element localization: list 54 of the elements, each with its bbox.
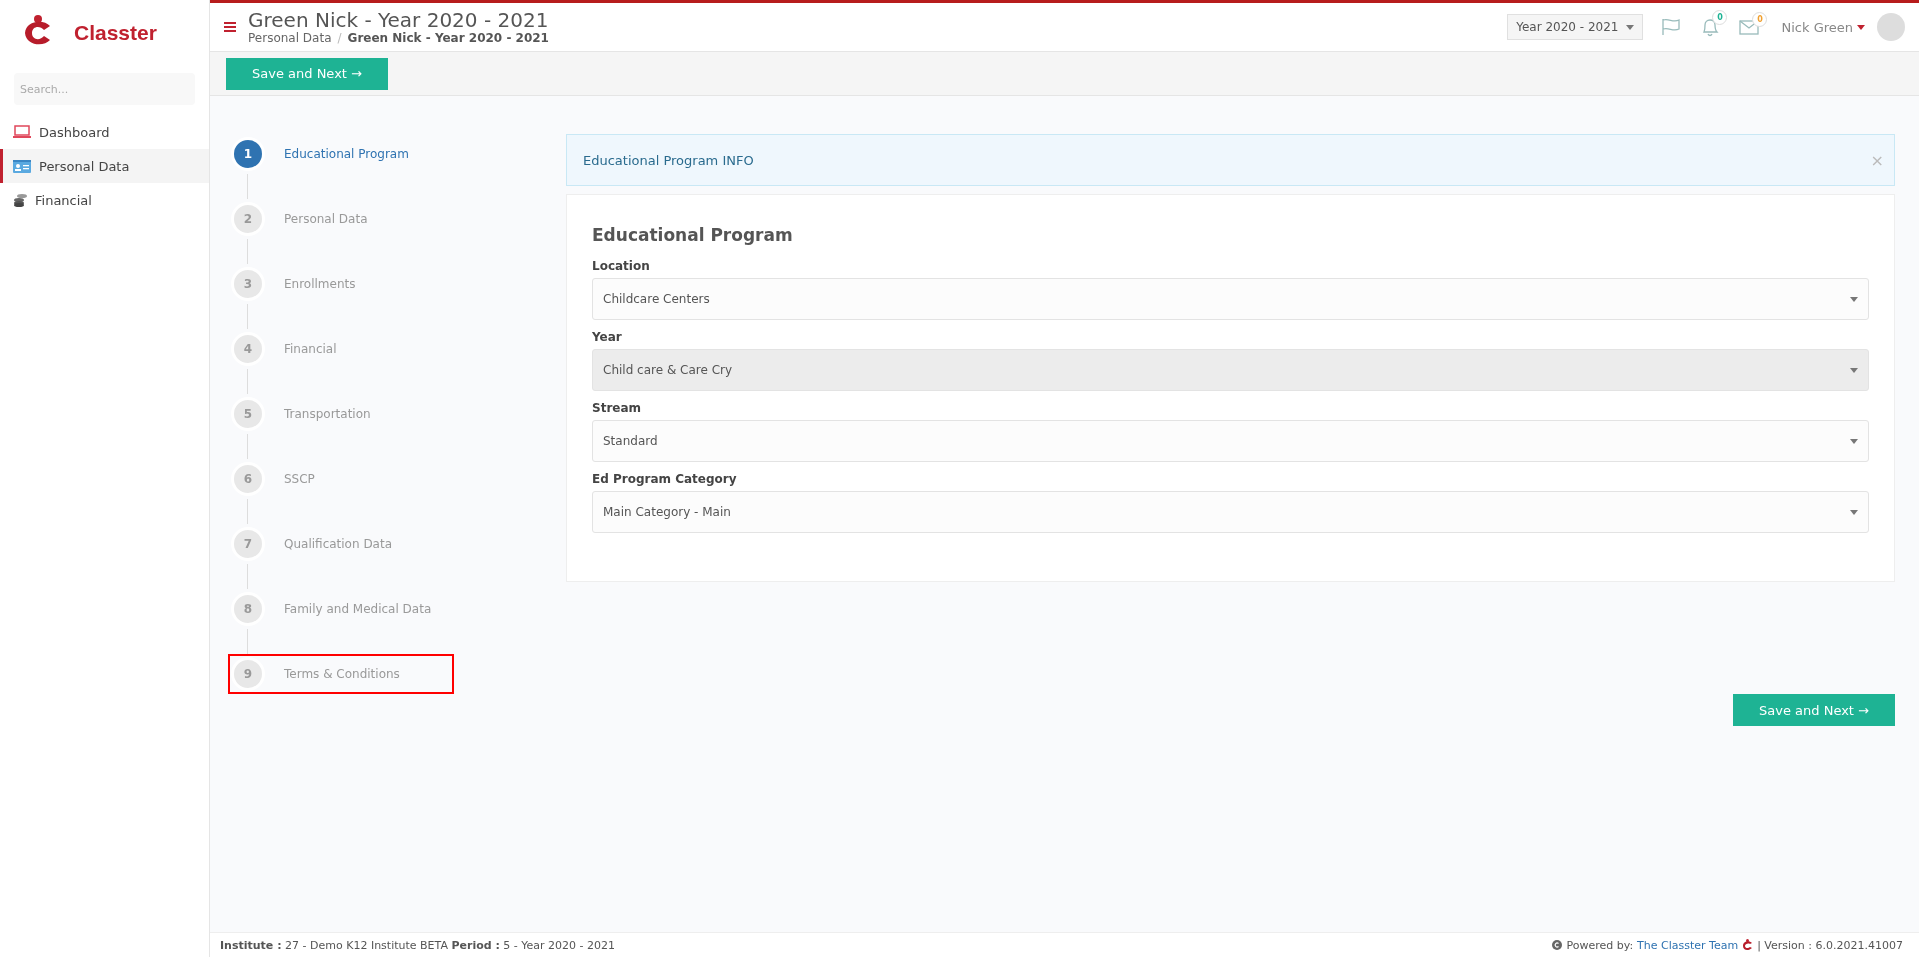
laptop-icon [13,125,31,139]
save-next-button[interactable]: Save and Next → [1733,694,1895,726]
field-label: Stream [592,401,643,415]
version-text: | Version : 6.0.2021.41007 [1757,938,1903,952]
id-card-icon [13,159,31,173]
info-text: Educational Program INFO [583,152,754,168]
step-number: 6 [234,465,262,493]
team-link[interactable]: The Classter Team [1637,938,1739,952]
copyright-icon [1552,940,1563,950]
save-next-button[interactable]: Save and Next → [226,57,388,90]
message-count: 0 [1752,11,1768,27]
logo-icon [1742,939,1754,951]
step-number: 9 [234,660,262,688]
breadcrumb-link[interactable]: Personal Data [248,31,332,45]
wizard-step[interactable]: 2 Personal Data [228,199,374,239]
breadcrumb-separator: / [337,31,342,45]
wizard-step[interactable]: 6 SSCP [228,459,321,499]
menu-icon[interactable] [224,22,236,32]
sidebar-item[interactable]: Personal Data [0,149,209,183]
wizard-step[interactable]: 3 Enrollments [228,264,362,304]
coins-icon [13,193,27,207]
institute-info: Institute : 27 - Demo K12 Institute BETA Period : 5 - Year 2020 - 2021 [220,938,616,952]
wizard-step[interactable]: 9 Terms & Conditions [228,654,454,694]
wizard-step[interactable]: 4 Financial [228,329,343,369]
user-menu[interactable]: Nick Green [1781,19,1865,35]
step-number: 8 [234,595,262,623]
page-title: Green Nick - Year 2020 - 2021 [248,9,550,31]
step-number: 1 [234,140,262,168]
wizard-step[interactable]: 8 Family and Medical Data [228,589,438,629]
step-number: 2 [234,205,262,233]
avatar[interactable] [1877,13,1905,41]
step-number: 5 [234,400,262,428]
field-label: Location [592,259,651,273]
step-number: 3 [234,270,262,298]
select-field[interactable]: Childcare Centers [592,278,1869,320]
field-label: Year [592,330,623,344]
wizard-step[interactable]: 1 Educational Program [228,134,415,174]
form-title: Educational Program [592,225,794,245]
wizard-step[interactable]: 5 Transportation [228,394,377,434]
powered-by-label: Powered by: [1566,938,1634,952]
step-number: 4 [234,335,262,363]
step-number: 7 [234,530,262,558]
sidebar-item[interactable]: Dashboard [0,115,209,149]
year-dropdown[interactable]: Year 2020 - 2021 [1507,14,1644,40]
select-field[interactable]: Standard [592,420,1869,462]
brand-name: Classter [74,20,157,45]
notification-count: 0 [1712,9,1728,25]
search-field[interactable]: Search... [14,73,195,105]
breadcrumb-current: Green Nick - Year 2020 - 2021 [347,31,549,45]
field-label: Ed Program Category [592,472,738,486]
flag-icon[interactable] [1661,18,1682,36]
select-field[interactable]: Main Category - Main [592,491,1869,533]
wizard-step[interactable]: 7 Qualification Data [228,524,399,564]
sidebar-item[interactable]: Financial [0,183,209,217]
